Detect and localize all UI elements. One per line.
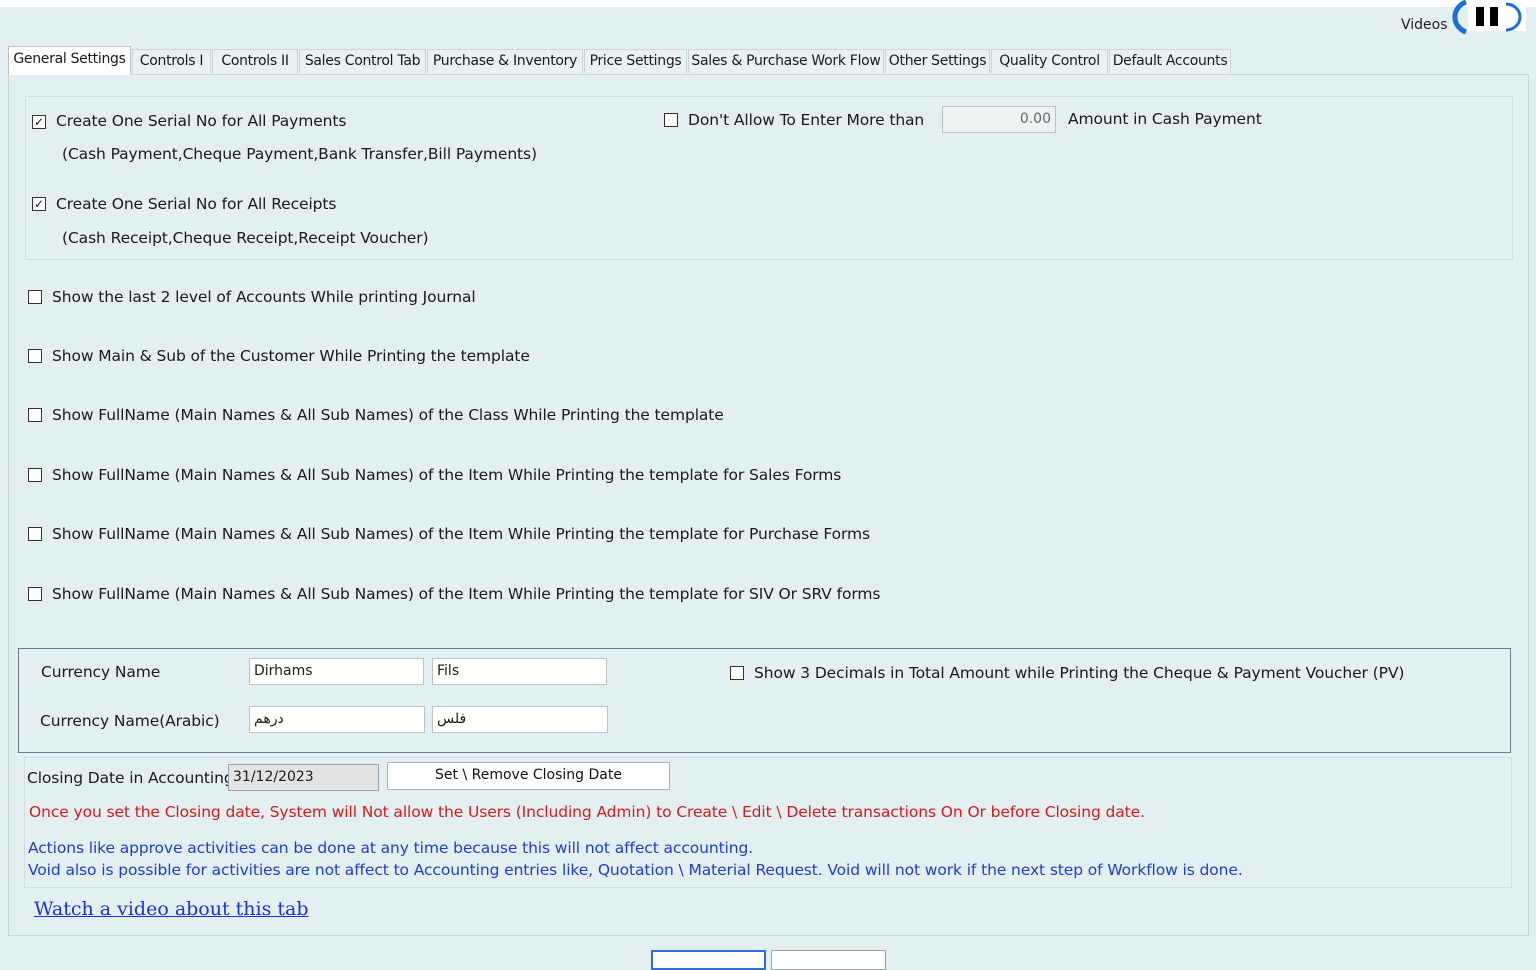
- watch-video-link[interactable]: Watch a video about this tab: [34, 898, 309, 920]
- tab-quality-control[interactable]: Quality Control: [991, 49, 1108, 73]
- option-label: Show Main & Sub of the Customer While Pr…: [52, 347, 530, 365]
- tab-sales-purchase-workflow[interactable]: Sales & Purchase Work Flow: [688, 49, 884, 73]
- payments-serial-checkbox[interactable]: ✓: [32, 115, 46, 129]
- closing-date-label: Closing Date in Accounting: [27, 769, 234, 787]
- ok-button[interactable]: [651, 950, 766, 970]
- cash-limit-checkbox[interactable]: [664, 113, 678, 127]
- window-top-strip: [0, 0, 1536, 7]
- tab-controls-i[interactable]: Controls I: [132, 49, 211, 73]
- payments-serial-note: (Cash Payment,Cheque Payment,Bank Transf…: [62, 145, 537, 163]
- cash-limit-suffix: Amount in Cash Payment: [1068, 110, 1262, 128]
- check-icon: ✓: [33, 115, 45, 129]
- option-label: Show FullName (Main Names & All Sub Name…: [52, 406, 724, 424]
- currency-arabic-main-input[interactable]: درهم: [249, 706, 425, 733]
- close-button[interactable]: [771, 950, 886, 970]
- option-label: Show FullName (Main Names & All Sub Name…: [52, 466, 842, 484]
- tab-sales-control[interactable]: Sales Control Tab: [299, 49, 426, 73]
- check-icon: ✓: [33, 197, 45, 211]
- currency-arabic-sub-input[interactable]: فلس: [432, 706, 608, 733]
- cash-limit-label: Don't Allow To Enter More than: [688, 111, 925, 129]
- closing-info-void: Void also is possible for activities are…: [28, 861, 1243, 879]
- option-checkbox[interactable]: [28, 587, 42, 601]
- option-checkbox[interactable]: [28, 468, 42, 482]
- currency-name-main-input[interactable]: Dirhams: [249, 658, 424, 685]
- option-label: Show the last 2 level of Accounts While …: [52, 288, 476, 306]
- tab-price-settings[interactable]: Price Settings: [584, 49, 687, 73]
- closing-date-field[interactable]: 31/12/2023: [228, 764, 379, 791]
- option-checkbox[interactable]: [28, 290, 42, 304]
- closing-info-approve: Actions like approve activities can be d…: [28, 839, 754, 857]
- option-checkbox[interactable]: [28, 527, 42, 541]
- tab-general-settings[interactable]: General Settings: [8, 46, 131, 75]
- receipts-serial-note: (Cash Receipt,Cheque Receipt,Receipt Vou…: [62, 229, 429, 247]
- option-label: Show FullName (Main Names & All Sub Name…: [52, 525, 871, 543]
- three-decimals-checkbox[interactable]: [730, 666, 744, 680]
- currency-name-sub-input[interactable]: Fils: [432, 658, 607, 685]
- tab-controls-ii[interactable]: Controls II: [212, 49, 298, 73]
- currency-name-label: Currency Name: [41, 663, 161, 681]
- tab-other-settings[interactable]: Other Settings: [885, 49, 990, 73]
- three-decimals-label: Show 3 Decimals in Total Amount while Pr…: [754, 664, 1405, 682]
- currency-arabic-label: Currency Name(Arabic): [40, 712, 220, 730]
- receipts-serial-checkbox[interactable]: ✓: [32, 197, 46, 211]
- option-label: Show FullName (Main Names & All Sub Name…: [52, 585, 881, 603]
- set-remove-closing-date-button[interactable]: Set \ Remove Closing Date: [387, 762, 670, 790]
- payments-serial-label: Create One Serial No for All Payments: [56, 112, 347, 130]
- option-checkbox[interactable]: [28, 349, 42, 363]
- videos-label[interactable]: Videos: [1401, 17, 1448, 33]
- tab-default-accounts[interactable]: Default Accounts: [1109, 49, 1231, 73]
- company-logo-icon[interactable]: [1452, 0, 1528, 34]
- tab-purchase-inventory[interactable]: Purchase & Inventory: [427, 49, 583, 73]
- receipts-serial-label: Create One Serial No for All Receipts: [56, 195, 337, 213]
- closing-date-warning: Once you set the Closing date, System wi…: [29, 803, 1145, 821]
- option-checkbox[interactable]: [28, 408, 42, 422]
- cash-limit-amount-field[interactable]: 0.00: [942, 106, 1056, 133]
